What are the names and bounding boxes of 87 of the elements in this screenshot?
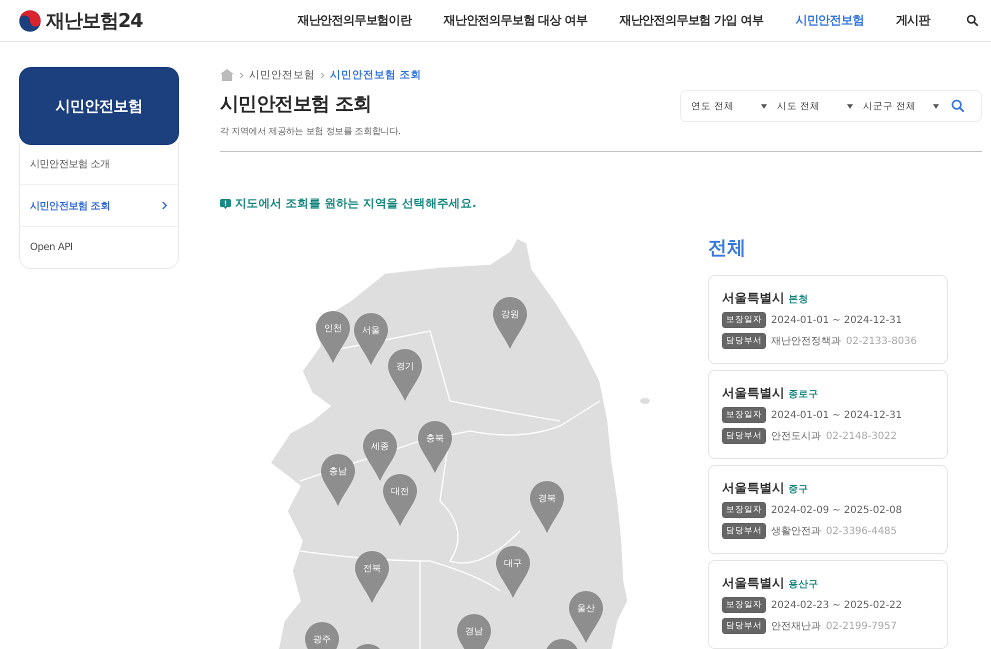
coverage-period: 2024-02-09 ~ 2025-02-08 bbox=[771, 504, 902, 516]
region-label: 경기 bbox=[395, 361, 415, 373]
region-label: 전북 bbox=[362, 563, 382, 575]
emblem-icon bbox=[18, 8, 42, 32]
insurance-card[interactable]: 서울특별시 중구 보장일자 2024-02-09 ~ 2025-02-08 담당부서 생활안전과 02-3396-4485 bbox=[708, 465, 948, 554]
city-name: 서울특별시 bbox=[722, 290, 784, 307]
dropdown-arrow-icon bbox=[847, 104, 853, 108]
sidebar-title: 시민안전보험 bbox=[19, 67, 179, 145]
map-pin-icon[interactable] bbox=[383, 474, 417, 526]
department-name: 재난안전정책과 bbox=[771, 335, 841, 348]
region-label: 경남 bbox=[464, 626, 484, 638]
region-label: 울산 bbox=[576, 603, 596, 615]
district-name: 종로구 bbox=[788, 388, 818, 401]
chevron-right-icon bbox=[320, 72, 325, 78]
field-label: 담당부서 bbox=[722, 333, 766, 349]
filter-dropdown[interactable]: 연도 전체 bbox=[691, 100, 767, 112]
region-label: 서울 bbox=[361, 325, 381, 337]
department-name: 안전재난과 bbox=[771, 620, 821, 633]
map-pin-icon[interactable] bbox=[569, 591, 603, 643]
field-label: 담당부서 bbox=[722, 428, 766, 444]
department-name: 생활안전과 bbox=[771, 525, 821, 538]
coverage-period: 2024-02-23 ~ 2025-02-22 bbox=[771, 600, 902, 610]
map-pin-icon[interactable] bbox=[316, 311, 350, 363]
coverage-period: 2024-01-01 ~ 2024-12-31 bbox=[771, 410, 902, 420]
city-name: 서울특별시 bbox=[722, 575, 784, 592]
field-label: 보장일자 bbox=[722, 502, 766, 518]
region-label: 경북 bbox=[537, 493, 557, 505]
sidebar-item[interactable]: 시민안전보험 소개 bbox=[20, 143, 178, 185]
map-pin-icon[interactable] bbox=[363, 429, 397, 481]
region-label: 대구 bbox=[503, 558, 523, 570]
department-name: 안전도시과 bbox=[771, 430, 821, 443]
map-pin-icon[interactable] bbox=[355, 551, 389, 603]
notice-text: 지도에서 조회를 원하는 지역을 선택해주세요. bbox=[235, 196, 476, 211]
region-label: 대전 bbox=[390, 486, 410, 498]
insurance-card[interactable]: 서울특별시 본청 보장일자 2024-01-01 ~ 2024-12-31 담당부서 재난안전정책과 02-2133-8036 bbox=[708, 275, 948, 364]
chevron-right-icon bbox=[161, 201, 168, 210]
sidebar-item[interactable]: Open API bbox=[20, 227, 178, 268]
field-label: 담당부서 bbox=[722, 618, 766, 634]
region-label: 광주 bbox=[312, 634, 332, 646]
region-label: 세종 bbox=[370, 441, 390, 453]
city-name: 서울특별시 bbox=[722, 385, 784, 402]
page-subtitle: 각 지역에서 제공하는 보험 정보를 조회합니다. bbox=[220, 126, 401, 138]
region-label: 충북 bbox=[425, 433, 445, 445]
nav-link[interactable]: 재난안전의무보험 대상 여부 bbox=[443, 12, 588, 29]
results-heading: 전체 bbox=[708, 236, 747, 261]
region-label: 인천 bbox=[323, 323, 343, 335]
breadcrumb-link[interactable]: 시민안전보험 bbox=[249, 68, 315, 82]
phone-number: 02-3396-4485 bbox=[826, 526, 897, 536]
field-label: 보장일자 bbox=[722, 597, 766, 613]
phone-number: 02-2133-8036 bbox=[846, 336, 917, 346]
field-label: 보장일자 bbox=[722, 407, 766, 423]
exclamation-icon bbox=[220, 198, 231, 208]
field-label: 담당부서 bbox=[722, 523, 766, 539]
district-name: 중구 bbox=[788, 483, 808, 496]
city-name: 서울특별시 bbox=[722, 480, 784, 497]
sidebar-item[interactable]: 시민안전보험 조회 bbox=[20, 185, 178, 227]
nav-link[interactable]: 재난안전의무보험이란 bbox=[297, 12, 412, 29]
region-label: 충남 bbox=[328, 466, 348, 478]
home-icon[interactable] bbox=[220, 69, 234, 81]
nav-link[interactable]: 재난안전의무보험 가입 여부 bbox=[619, 12, 764, 29]
coverage-period: 2024-01-01 ~ 2024-12-31 bbox=[771, 314, 902, 326]
map-pin-icon[interactable] bbox=[493, 297, 527, 349]
district-name: 용산구 bbox=[788, 578, 818, 591]
dropdown-arrow-icon bbox=[761, 104, 767, 108]
nav-link[interactable]: 시민안전보험 bbox=[795, 12, 864, 29]
filter-dropdown[interactable]: 시도 전체 bbox=[777, 100, 853, 112]
district-name: 본청 bbox=[788, 293, 808, 306]
map-pin-icon[interactable] bbox=[388, 349, 422, 401]
filter-dropdown[interactable]: 시군구 전체 bbox=[863, 100, 939, 112]
page-title: 시민안전보험 조회 bbox=[220, 92, 372, 117]
search-icon[interactable] bbox=[966, 14, 979, 27]
region-label: 강원 bbox=[500, 309, 520, 321]
map-pin-icon[interactable] bbox=[496, 546, 530, 598]
map-pin-icon[interactable] bbox=[354, 313, 388, 365]
nav-link[interactable]: 게시판 bbox=[896, 12, 930, 29]
dropdown-arrow-icon bbox=[933, 104, 939, 108]
insurance-card[interactable]: 서울특별시 용산구 보장일자 2024-02-23 ~ 2025-02-22 담당부서 안전재난과 02-2199-7957 bbox=[708, 560, 948, 649]
insurance-card[interactable]: 서울특별시 종로구 보장일자 2024-01-01 ~ 2024-12-31 담당부서 안전도시과 02-2148-3022 bbox=[708, 370, 948, 459]
chevron-right-icon bbox=[239, 72, 244, 78]
map-pin-icon[interactable] bbox=[321, 454, 355, 506]
phone-number: 02-2199-7957 bbox=[826, 620, 897, 632]
map-pin-icon[interactable] bbox=[530, 481, 564, 533]
breadcrumb-link[interactable]: 시민안전보험 조회 bbox=[330, 68, 422, 82]
phone-number: 02-2148-3022 bbox=[826, 430, 897, 442]
map-pin-icon[interactable] bbox=[418, 421, 452, 473]
field-label: 보장일자 bbox=[722, 312, 766, 328]
site-logo-text[interactable]: 재난보험24 bbox=[46, 8, 142, 34]
